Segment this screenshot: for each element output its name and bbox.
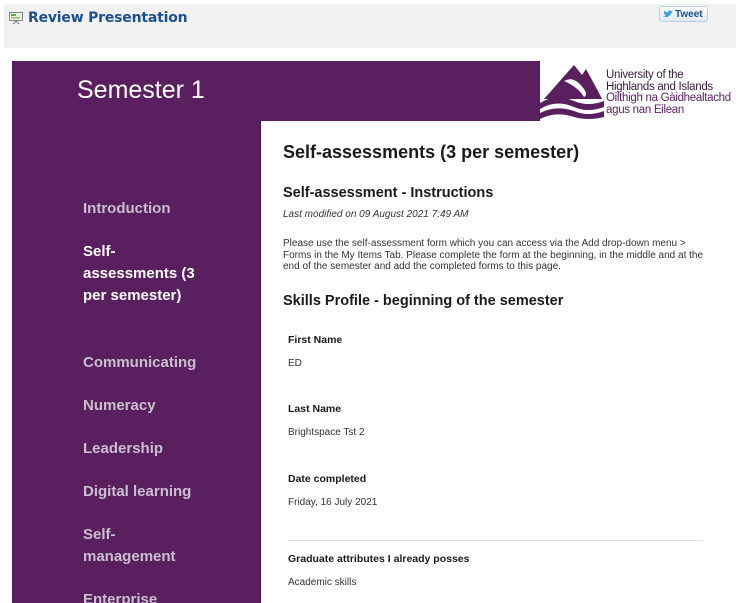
field-label-last-name: Last Name (288, 403, 342, 415)
field-label-graduate-attributes: Graduate attributes I already posses (288, 553, 470, 565)
sidebar-item-enterprise[interactable]: Enterprise (83, 589, 203, 603)
review-presentation-link[interactable]: Review Presentation (9, 10, 188, 26)
page-title: Semester 1 (77, 76, 205, 104)
sidebar-nav: Introduction Self-assessments (3 per sem… (12, 121, 260, 603)
tweet-button[interactable]: Tweet (659, 6, 708, 22)
section-divider (288, 540, 703, 541)
review-presentation-label: Review Presentation (28, 10, 188, 26)
tweet-label: Tweet (675, 8, 703, 20)
sidebar-item-self-assessments[interactable]: Self-assessments (3 per semester) (83, 241, 198, 307)
twitter-bird-icon (663, 10, 673, 17)
instructions-text: Please use the self-assessment form whic… (283, 238, 704, 272)
presentation-icon (9, 12, 23, 24)
university-logo: University of the Highlands and Islands … (540, 61, 738, 121)
field-value-last-name: Brightspace Tst 2 (288, 427, 365, 438)
uhi-mountain-logo-icon (540, 61, 604, 121)
sidebar-item-leadership[interactable]: Leadership (83, 438, 203, 460)
page-header: Semester 1 (12, 61, 540, 121)
top-bar: Review Presentation Tweet (4, 4, 736, 48)
last-modified: Last modified on 09 August 2021 7:49 AM (283, 209, 469, 220)
form-heading: Skills Profile - beginning of the semest… (283, 293, 564, 309)
section-heading: Self-assessments (3 per semester) (283, 142, 580, 162)
university-name: University of the Highlands and Islands … (606, 69, 731, 116)
field-value-graduate-attributes: Academic skills (288, 577, 357, 588)
field-label-first-name: First Name (288, 334, 343, 346)
sidebar-item-self-management[interactable]: Self-management (83, 524, 183, 568)
sidebar-item-communicating[interactable]: Communicating (83, 352, 203, 374)
main-content: Self-assessments (3 per semester) Self-a… (260, 121, 738, 603)
presentation-frame: Semester 1 University of the Highlands a… (12, 61, 738, 603)
field-value-date-completed: Friday, 16 July 2021 (288, 497, 378, 508)
sidebar-item-numeracy[interactable]: Numeracy (83, 395, 203, 417)
field-value-first-name: ED (288, 358, 302, 369)
sidebar-item-digital-learning[interactable]: Digital learning (83, 481, 223, 503)
instructions-heading: Self-assessment - Instructions (283, 185, 494, 201)
sidebar-item-introduction[interactable]: Introduction (83, 198, 203, 220)
field-label-date-completed: Date completed (288, 473, 367, 485)
